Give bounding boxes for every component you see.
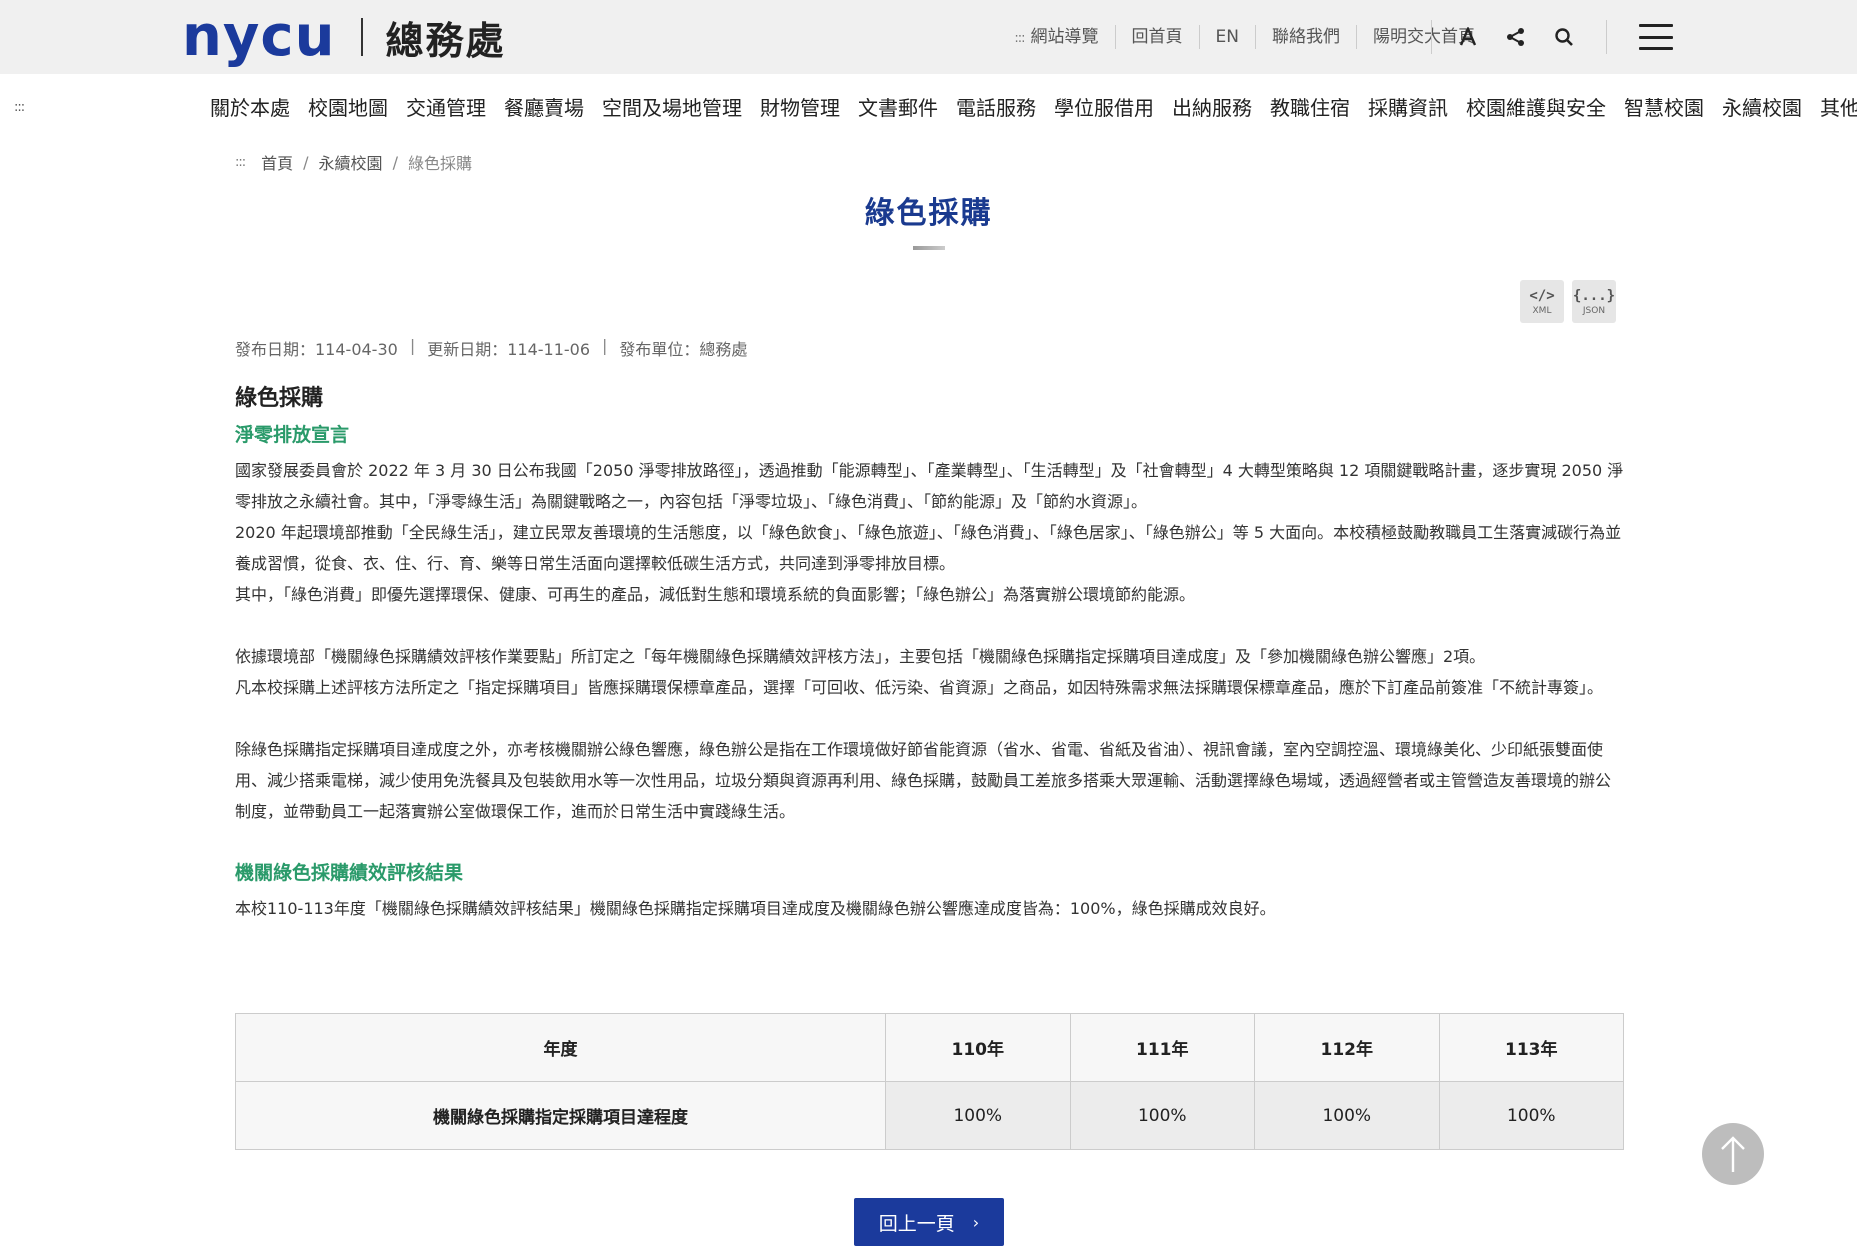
table-header: 110年 [885,1013,1071,1082]
table-header: 年度 [235,1013,886,1082]
paragraph: 依據環境部「機關綠色採購績效評核作業要點」所訂定之「每年機關綠色採購績效評核方法… [235,647,1486,666]
nav-item-space[interactable]: 空間及場地管理 [602,92,742,121]
nav-item-restaurants[interactable]: 餐廳賣場 [504,92,584,121]
divider [1606,20,1607,54]
font-size-icon[interactable] [1456,25,1480,49]
paragraph: 2020 年起環境部推動「全民綠生活」，建立民眾友善環境的生活態度，以「綠色飲食… [235,523,1622,573]
nav-item-housing[interactable]: 教職住宿 [1270,92,1350,121]
table-header: 113年 [1438,1013,1624,1082]
article-content: 綠色採購 淨零排放宣言 國家發展委員會於 2022 年 3 月 30 日公布我國… [235,380,1625,924]
breadcrumb-access-key[interactable]: ::: [235,155,246,170]
nav-item-phone[interactable]: 電話服務 [956,92,1036,121]
back-button[interactable]: 回上一頁 › [854,1198,1004,1246]
site-logo[interactable]: nycu 總務處 [182,4,505,69]
nav-item-mail[interactable]: 文書郵件 [858,92,938,121]
breadcrumb-separator: / [392,152,398,172]
meta-separator: | [409,336,416,355]
paragraph: 凡本校採購上述評核方法所定之「指定採購項目」皆應採購環保標章產品，選擇「可回收、… [235,678,1604,697]
nav-item-campus-map[interactable]: 校園地圖 [308,92,388,121]
table-cell: 100% [1254,1081,1440,1150]
access-key: ::: [1014,31,1025,46]
breadcrumb-sustainable[interactable]: 永續校園 [319,150,383,174]
site-header: nycu 總務處 ::: 網站導覽 回首頁 EN 聯絡我們 陽明交大首頁 [0,0,1857,74]
utility-links: ::: 網站導覽 回首頁 EN 聯絡我們 陽明交大首頁 [998,22,1491,52]
divider [1431,20,1432,54]
results-table: 年度 110年 111年 112年 113年 機關綠色採購指定採購項目達程度 1… [235,1013,1624,1150]
section-title-net-zero: 淨零排放宣言 [235,424,350,446]
back-button-label: 回上一頁 [878,1212,955,1235]
title-underline [913,246,945,250]
publish-unit: 發布單位：總務處 [619,340,748,359]
table-cell: 100% [1438,1081,1624,1150]
nav-item-maintenance[interactable]: 校園維護與安全 [1466,92,1606,121]
code-icon: </> [1529,287,1555,304]
nav-item-gown[interactable]: 學位服借用 [1054,92,1154,121]
nav-item-smart-campus[interactable]: 智慧校園 [1624,92,1704,121]
article-heading: 綠色採購 [235,386,324,411]
home-link[interactable]: 回首頁 [1116,25,1200,49]
logo-divider [361,18,364,56]
table-header-row: 年度 110年 111年 112年 113年 [235,1013,1624,1082]
nav-item-traffic[interactable]: 交通管理 [406,92,486,121]
header-tools [1425,20,1607,54]
table-cell: 100% [1069,1081,1255,1150]
main-navigation: ::: 關於本處 校園地圖 交通管理 餐廳賣場 空間及場地管理 財物管理 文書郵… [0,74,1857,140]
table-row-header: 機關綠色採購指定採購項目達程度 [235,1081,886,1150]
json-export-button[interactable]: {...} JSON [1572,280,1616,323]
nav-list: 關於本處 校園地圖 交通管理 餐廳賣場 空間及場地管理 財物管理 文書郵件 電話… [210,92,1857,121]
paragraph: 國家發展委員會於 2022 年 3 月 30 日公布我國「2050 淨零排放路徑… [235,461,1624,511]
paragraph: 其中，「綠色消費」即優先選擇環保、健康、可再生的產品，減低對生態和環境系統的負面… [235,585,1196,604]
meta-separator: | [602,336,608,355]
json-label: JSON [1582,305,1606,316]
english-link[interactable]: EN [1200,25,1256,49]
xml-label: XML [1532,305,1552,316]
table-cell: 100% [885,1081,1071,1150]
nav-item-cashier[interactable]: 出納服務 [1172,92,1252,121]
paragraph: 除綠色採購指定採購項目達成度之外，亦考核機關辦公綠色響應，綠色辦公是指在工作環境… [235,740,1612,821]
update-date: 更新日期：114-11-06 [427,340,591,359]
nav-item-other[interactable]: 其他 [1820,92,1857,121]
nav-item-about[interactable]: 關於本處 [210,92,290,121]
nav-item-property[interactable]: 財物管理 [760,92,840,121]
arrow-up-icon [1721,1136,1745,1172]
sitemap-link[interactable]: ::: 網站導覽 [998,25,1116,49]
nav-access-key[interactable]: ::: [14,100,25,115]
nav-item-procurement[interactable]: 採購資訊 [1368,92,1448,121]
breadcrumb-current: 綠色採購 [407,154,472,173]
nav-item-sustainable[interactable]: 永續校園 [1722,92,1802,121]
breadcrumb-separator: / [303,152,309,172]
section-title-results: 機關綠色採購績效評核結果 [235,862,464,884]
department-name: 總務處 [385,18,506,63]
breadcrumb: ::: 首頁 / 永續校園 / 綠色採購 [235,150,472,174]
table-header: 111年 [1069,1013,1255,1082]
xml-export-button[interactable]: </> XML [1520,280,1564,323]
scroll-to-top-button[interactable] [1702,1123,1764,1185]
article-meta: 發布日期：114-04-30 | 更新日期：114-11-06 | 發布單位：總… [235,336,747,360]
contact-link[interactable]: 聯絡我們 [1256,25,1357,49]
table-row: 機關綠色採購指定採購項目達程度 100% 100% 100% 100% [235,1081,1624,1150]
share-icon[interactable] [1504,25,1528,49]
menu-icon[interactable] [1639,24,1673,50]
chevron-right-icon: › [972,1212,980,1232]
page-title: 綠色採購 [864,196,993,231]
table-header: 112年 [1254,1013,1440,1082]
publish-date: 發布日期：114-04-30 [235,340,398,359]
braces-icon: {...} [1572,287,1616,304]
breadcrumb-home[interactable]: 首頁 [261,150,293,174]
nycu-logo-mark: nycu [182,4,336,69]
paragraph: 本校110-113年度「機關綠色採購績效評核結果」機關綠色採購指定採購項目達成度… [235,899,1276,918]
search-icon[interactable] [1552,25,1576,49]
